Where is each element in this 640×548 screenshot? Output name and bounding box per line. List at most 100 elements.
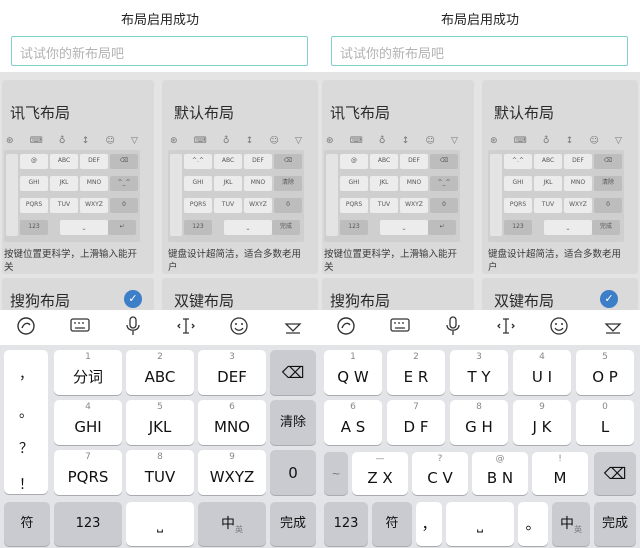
t9-key[interactable]: 8 TUV [126,450,194,495]
period-key[interactable]: 。 [518,502,548,546]
card-xunfei-layout[interactable]: 讯飞布局 ⊛ ⌨ ♁ ↕ ☺ ▽ @ ABC DEF ⌫ GHI JKL MNO ^_^ PQRS TUV W… [2,80,154,274]
mini-key: ^.^ [504,154,532,169]
dual-key[interactable]: 6 A S [324,400,382,445]
tilde-key[interactable]: ~ [324,452,348,495]
number-mode-key[interactable]: 123 [54,502,122,546]
mini-key: ↵ [108,220,136,235]
card-name: 搜狗布局 [330,292,391,310]
try-input[interactable]: 试试你的新布局吧 [331,36,628,66]
dual-key[interactable]: ? C V [412,452,468,495]
dual-key[interactable]: 7 D F [387,400,445,445]
cursor-move-icon[interactable] [174,316,198,340]
exclaim-key[interactable]: ！ [4,474,48,494]
comma-key[interactable]: ， [4,364,48,384]
key-number-hint: 4 [85,402,91,412]
en-sub-label: 英 [574,524,582,534]
key-label: JKL [148,417,172,436]
mini-key: ABC [50,154,78,169]
key-number-hint: 1 [85,352,91,362]
hide-keyboard-icon[interactable] [601,316,625,340]
mini-toolbar-icon: ☺ [425,136,435,146]
backspace-key[interactable]: ⌫ [270,350,316,395]
symbol-key[interactable]: 符 [372,502,412,546]
mini-key: PQRS [340,198,368,213]
ifly-logo-icon[interactable] [334,316,358,340]
mini-toolbar-icon: ⊛ [170,136,178,146]
card-sogou-layout[interactable]: 搜狗布局 ✓ [2,278,154,310]
dual-key[interactable]: @ B N [472,452,528,495]
space-key[interactable]: ⎵ [126,502,194,546]
lang-switch-key[interactable]: 中英 [198,502,266,546]
number-mode-key[interactable]: 123 [324,502,368,546]
dual-key[interactable]: 4 U I [513,350,571,395]
t9-key[interactable]: 9 WXYZ [198,450,266,495]
mini-key: PQRS [184,198,212,213]
card-xunfei-layout[interactable]: 讯飞布局 ⊛ ⌨ ♁ ↕ ☺ ▽ @ ABC DEF ⌫ GHI JKL MNO ^_^ PQRS TUV W… [322,80,474,274]
key-number-hint: — [375,454,385,464]
t9-key[interactable]: 6 MNO [198,400,266,445]
emoji-icon[interactable] [547,316,571,340]
mini-toolbar: ⊛ ⌨ ♁ ↕ ☺ ▽ [170,136,302,146]
key-number-hint: 7 [85,452,91,462]
keyboard-icon[interactable] [388,316,412,340]
microphone-icon[interactable] [441,316,465,340]
dual-key[interactable]: 8 G H [450,400,508,445]
t9-key[interactable]: 4 GHI [54,400,122,445]
dual-key[interactable]: 5 O P [576,350,634,395]
ifly-logo-icon[interactable] [14,316,38,340]
mini-side-column [490,154,502,236]
t9-key[interactable]: 3 DEF [198,350,266,395]
dual-key[interactable]: — Z X [352,452,408,495]
mini-key: @ [20,154,48,169]
t9-key[interactable]: 5 JKL [126,400,194,445]
card-dual-layout[interactable]: 双键布局 [162,278,318,310]
key-number-hint: 1 [350,352,356,362]
card-default-layout[interactable]: 默认布局 ⊛ ⌨ ♁ ↕ ☺ ▽ ^.^ ABC DEF ⌫ GHI JKL MNO 清除 PQRS TUV… [162,80,318,274]
backspace-key[interactable]: ⌫ [594,452,636,495]
dual-key[interactable]: ! M [532,452,588,495]
mini-keyboard-preview: @ ABC DEF ⌫ GHI JKL MNO ^_^ PQRS TUV WXYZ 0 123 ⎵ ↵ [4,150,140,242]
period-key[interactable]: 。 [4,402,48,422]
key-label: J K [532,417,552,436]
cursor-move-icon[interactable] [494,316,518,340]
clear-key[interactable]: 清除 [270,400,316,445]
t9-key[interactable]: 2 ABC [126,350,194,395]
dual-key[interactable]: 0L [576,400,634,445]
mini-key: ABC [534,154,562,169]
card-default-layout[interactable]: 默认布局 ⊛ ⌨ ♁ ↕ ☺ ▽ ^.^ ABC DEF ⌫ GHI JKL MNO 清除 PQRS TUV… [482,80,638,274]
lang-switch-key[interactable]: 中英 [552,502,590,546]
comma-key[interactable]: ， [416,502,442,546]
symbol-key[interactable]: 符 [4,502,50,546]
dual-key[interactable]: 2 E R [387,350,445,395]
mini-key: WXYZ [80,198,108,213]
t9-key[interactable]: 1 分词 [54,350,122,395]
card-sogou-layout[interactable]: 搜狗布局 [322,278,474,310]
space-key[interactable]: ⎵ [446,502,514,546]
mini-key: WXYZ [564,198,592,213]
question-key[interactable]: ？ [4,438,48,458]
punctuation-column[interactable]: ， 。 ？ ！ [4,350,48,494]
zero-key[interactable]: 0 [270,450,316,495]
selected-check-icon: ✓ [600,290,618,308]
t9-key[interactable]: 7 PQRS [54,450,122,495]
done-key[interactable]: 完成 [270,502,316,546]
microphone-icon[interactable] [121,316,145,340]
key-number-hint: 7 [413,402,419,412]
emoji-icon[interactable] [227,316,251,340]
key-number-hint: 3 [229,352,235,362]
dual-key[interactable]: 1 Q W [324,350,382,395]
keyboard-toolbar [320,310,640,346]
mini-key: ⌫ [110,154,138,169]
card-dual-layout[interactable]: 双键布局 ✓ [482,278,638,310]
try-input[interactable]: 试试你的新布局吧 [11,36,308,66]
mini-key: ^.^ [184,154,212,169]
dual-key[interactable]: 3 T Y [450,350,508,395]
mini-keyboard-preview: ^.^ ABC DEF ⌫ GHI JKL MNO 清除 PQRS TUV WXYZ 0 123 ⎵ 完成 [168,150,304,242]
dual-key[interactable]: 9 J K [513,400,571,445]
keyboard-icon[interactable] [68,316,92,340]
done-key[interactable]: 完成 [594,502,636,546]
key-label: T Y [467,367,491,386]
mini-key: DEF [564,154,592,169]
mini-toolbar-icon: ♁ [58,136,66,146]
hide-keyboard-icon[interactable] [281,316,305,340]
